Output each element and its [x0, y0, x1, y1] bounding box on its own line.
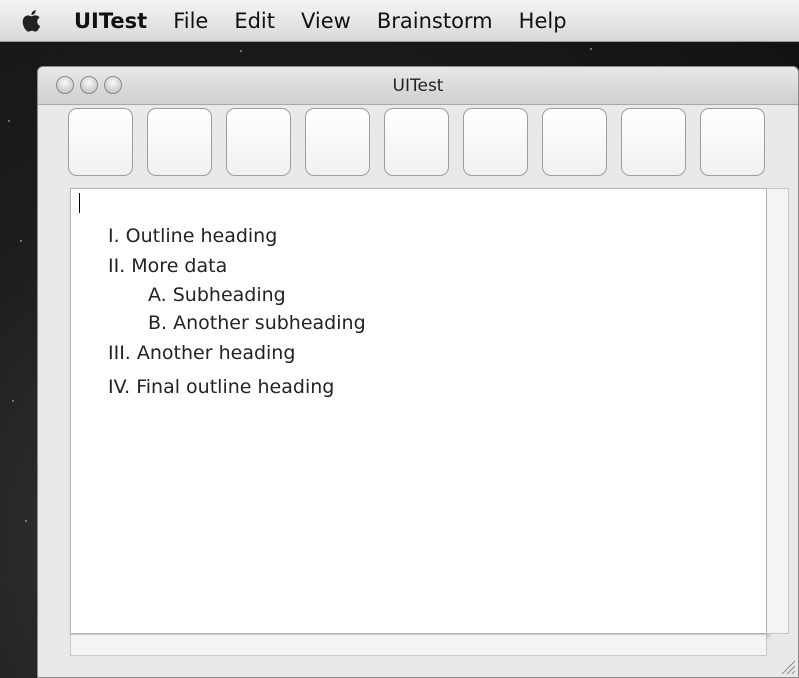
toolbar-button-7[interactable] — [542, 108, 607, 176]
toolbar-button-5[interactable] — [384, 108, 449, 176]
resize-grip-icon[interactable] — [778, 657, 796, 675]
desktop-star — [8, 120, 10, 122]
desktop-star — [12, 400, 14, 402]
desktop-star — [25, 520, 27, 522]
vertical-scrollbar[interactable] — [767, 188, 789, 634]
menu-bar: UITest File Edit View Brainstorm Help — [0, 0, 799, 42]
menu-item-brainstorm[interactable]: Brainstorm — [377, 0, 493, 42]
outline-heading-1[interactable]: I. Outline heading — [108, 225, 277, 247]
menu-item-edit[interactable]: Edit — [234, 0, 275, 42]
toolbar-button-6[interactable] — [463, 108, 528, 176]
outline-heading-4[interactable]: IV. Final outline heading — [108, 376, 334, 398]
toolbar-button-8[interactable] — [621, 108, 686, 176]
toolbar — [68, 108, 768, 178]
horizontal-scrollbar[interactable] — [70, 634, 767, 656]
window-title: UITest — [392, 76, 444, 96]
app-window: UITest I. Outline heading II. More data … — [37, 66, 799, 678]
outline-editor[interactable]: I. Outline heading II. More data A. Subh… — [70, 188, 767, 634]
toolbar-button-9[interactable] — [700, 108, 765, 176]
menu-item-help[interactable]: Help — [519, 0, 567, 42]
menu-item-view[interactable]: View — [301, 0, 351, 42]
menu-item-uitest[interactable]: UITest — [74, 0, 147, 42]
toolbar-button-2[interactable] — [147, 108, 212, 176]
title-bar[interactable]: UITest — [38, 67, 798, 105]
desktop-star — [240, 50, 242, 52]
outline-subheading-b[interactable]: B. Another subheading — [148, 312, 366, 334]
text-caret — [79, 193, 80, 213]
outline-heading-3[interactable]: III. Another heading — [108, 342, 295, 364]
toolbar-button-1[interactable] — [68, 108, 133, 176]
desktop-star — [590, 48, 592, 50]
outline-heading-2[interactable]: II. More data — [108, 255, 227, 277]
menu-item-file[interactable]: File — [173, 0, 208, 42]
desktop-star — [20, 240, 22, 242]
apple-icon[interactable] — [18, 7, 46, 35]
outline-subheading-a[interactable]: A. Subheading — [148, 284, 286, 306]
toolbar-button-4[interactable] — [305, 108, 370, 176]
toolbar-button-3[interactable] — [226, 108, 291, 176]
